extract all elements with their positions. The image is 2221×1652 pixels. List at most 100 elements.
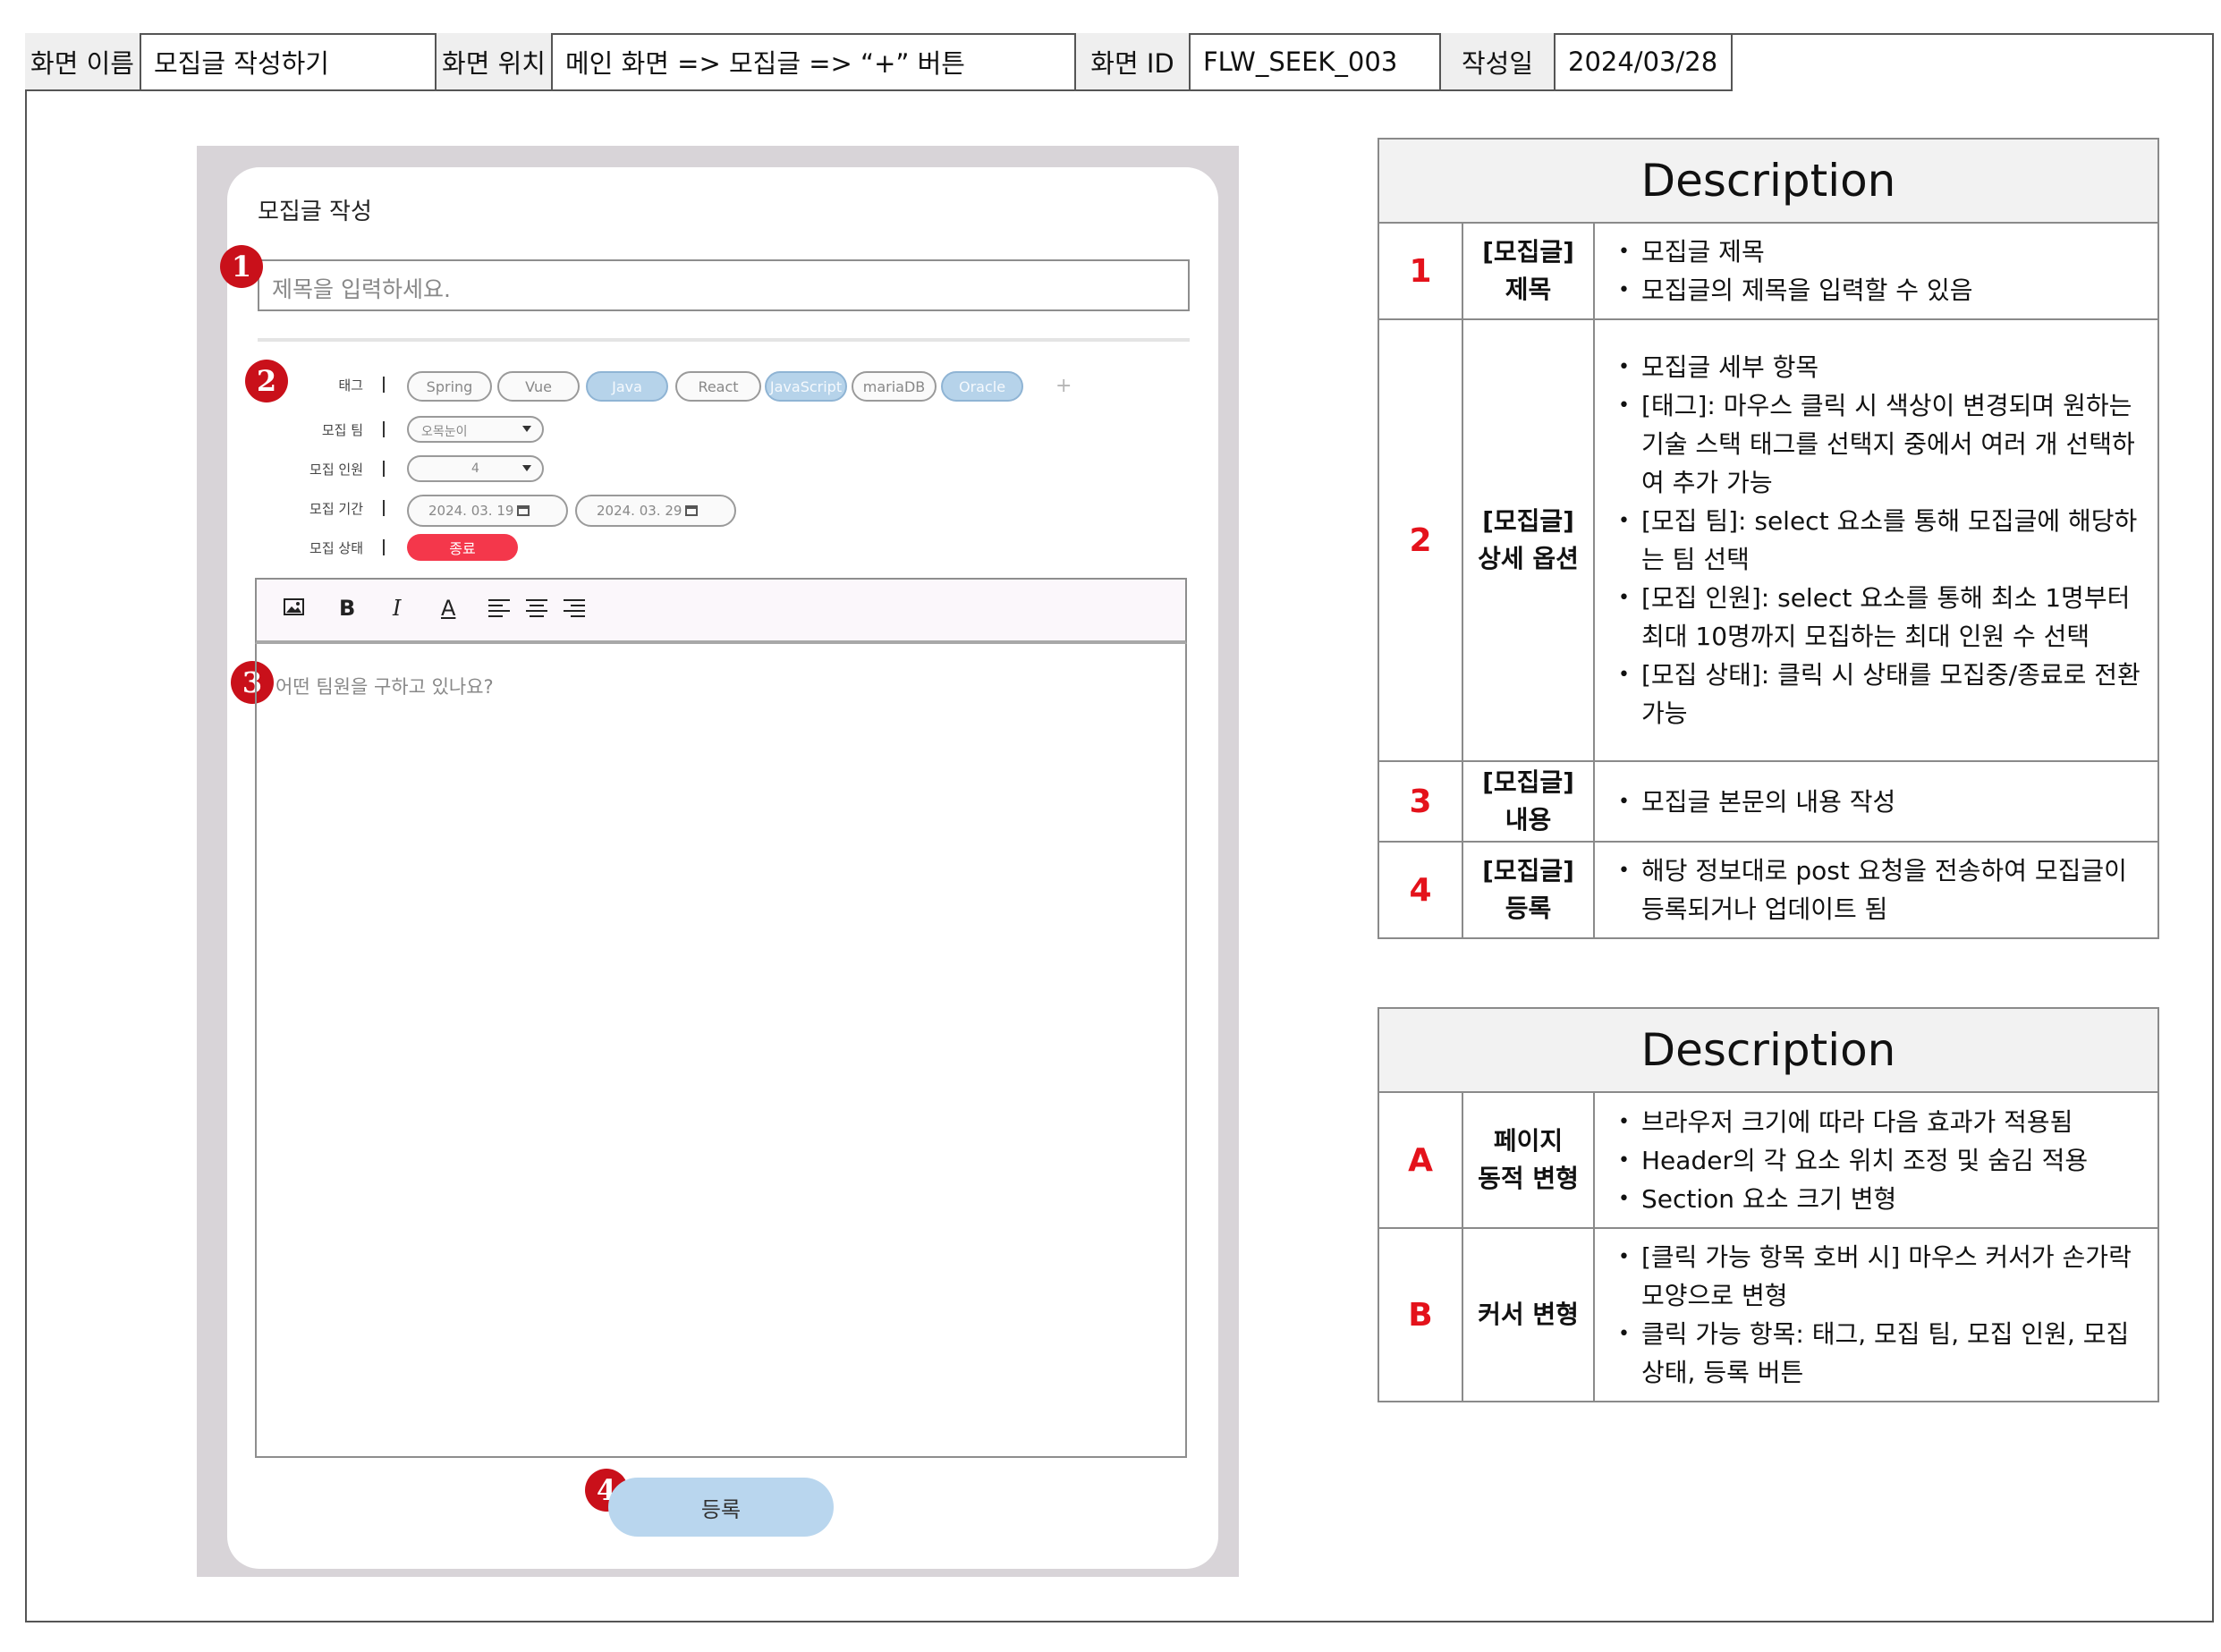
row-description: 모집글 본문의 내용 작성 (1593, 760, 2159, 843)
marker-1: 1 (220, 245, 263, 288)
bullet: 브라우저 크기에 따라 다음 효과가 적용됨 (1618, 1103, 2149, 1141)
bullet: [클릭 가능 항목 호버 시] 마우스 커서가 손가락 모양으로 변형 (1618, 1238, 2149, 1315)
category-line: 동적 변형 (1478, 1164, 1579, 1193)
row-category: [모집글] 제목 (1462, 222, 1595, 320)
sub-bullet: Header의 각 요소 위치 조정 및 숨김 적용 (1618, 1141, 2149, 1180)
screen-id-label: 화면 ID (1076, 33, 1191, 89)
tag-chip[interactable]: mariaDB (852, 371, 937, 402)
row-category: [모집글] 내용 (1462, 760, 1595, 843)
row-description: 해당 정보대로 post 요청을 전송하여 모집글이 등록되거나 업데이트 됨 (1593, 841, 2159, 939)
editor-toolbar: B I A (255, 578, 1187, 644)
content-editor[interactable] (255, 644, 1187, 1458)
row-number: A (1378, 1091, 1463, 1229)
row-description: 브라우저 크기에 따라 다음 효과가 적용됨 Header의 각 요소 위치 조… (1593, 1091, 2159, 1229)
screen-location-value: 메인 화면 => 모집글 => “+” 버튼 (553, 33, 1076, 89)
tag-chip[interactable]: Vue (497, 371, 580, 402)
row-description: 모집글 세부 항목 [태그]: 마우스 클릭 시 색상이 변경되며 원하는 기술… (1593, 318, 2159, 762)
tag-chip-selected[interactable]: JavaScript (765, 371, 847, 402)
row-category: [모집글] 상세 옵션 (1462, 318, 1595, 762)
font-color-icon[interactable]: A (441, 596, 455, 621)
row-description: [클릭 가능 항목 호버 시] 마우스 커서가 손가락 모양으로 변형 클릭 가… (1593, 1227, 2159, 1402)
screen-location-label: 화면 위치 (437, 33, 553, 89)
sub-bullet: [모집 상태]: 클릭 시 상태를 모집중/종료로 전환 가능 (1618, 656, 2149, 733)
calendar-icon[interactable] (685, 505, 699, 516)
period-end-value: 2024. 03. 29 (597, 503, 682, 519)
date-label: 작성일 (1441, 33, 1556, 89)
sub-bullet: [모집 팀]: select 요소를 통해 모집글에 해당하는 팀 선택 (1618, 502, 2149, 579)
tag-chip[interactable]: React (675, 371, 761, 402)
row-category: 커서 변형 (1462, 1227, 1595, 1402)
bold-icon[interactable]: B (339, 596, 355, 621)
row-number: 4 (1378, 841, 1463, 939)
row-separator (383, 539, 385, 555)
category-line: [모집글] (1482, 506, 1574, 536)
description-title: Description (1378, 1007, 2159, 1093)
divider (258, 338, 1190, 342)
row-number: 2 (1378, 318, 1463, 762)
screen-id-value: FLW_SEEK_003 (1191, 33, 1441, 89)
status-label: 모집 상태 (309, 540, 363, 556)
editor-placeholder: 어떤 팀원을 구하고 있나요? (276, 676, 494, 698)
period-start-value: 2024. 03. 19 (428, 503, 514, 519)
row-number: 1 (1378, 222, 1463, 320)
form-title: 모집글 작성 (258, 199, 372, 225)
tag-chip-selected[interactable]: Oracle (941, 371, 1023, 402)
bullet: 모집글 제목 (1618, 233, 2149, 271)
category-line: 내용 (1505, 805, 1552, 834)
category-line: 페이지 (1493, 1126, 1564, 1156)
italic-icon[interactable]: I (393, 596, 401, 621)
category-line: [모집글] (1482, 767, 1574, 797)
tag-chip-selected[interactable]: Java (586, 371, 668, 402)
row-number: 3 (1378, 760, 1463, 843)
team-label: 모집 팀 (321, 422, 363, 438)
sub-bullet: [모집 인원]: select 요소를 통해 최소 1명부터 최대 10명까지 … (1618, 579, 2149, 656)
align-right-icon[interactable] (563, 597, 586, 623)
bullet: 모집글 본문의 내용 작성 (1618, 783, 2149, 821)
chevron-down-icon (522, 426, 531, 432)
date-value: 2024/03/28 (1556, 33, 1733, 89)
title-input[interactable]: 제목을 입력하세요. (258, 259, 1190, 311)
period-start-input[interactable]: 2024. 03. 19 (407, 495, 568, 527)
tag-label: 태그 (338, 377, 363, 394)
screen-name-label: 화면 이름 (25, 33, 141, 89)
status-toggle[interactable]: 종료 (407, 534, 518, 561)
align-left-icon[interactable] (487, 597, 511, 623)
members-select-value: 4 (471, 462, 479, 476)
screen-name-value: 모집글 작성하기 (141, 33, 437, 89)
screen-info-header: 화면 이름 모집글 작성하기 화면 위치 메인 화면 => 모집글 => “+”… (25, 33, 1733, 91)
bullet: 해당 정보대로 post 요청을 전송하여 모집글이 등록되거나 업데이트 됨 (1618, 851, 2149, 928)
tag-chip[interactable]: Spring (407, 371, 492, 402)
chevron-down-icon (522, 465, 531, 471)
sub-bullet: 클릭 가능 항목: 태그, 모집 팀, 모집 인원, 모집 상태, 등록 버튼 (1618, 1315, 2149, 1392)
period-end-input[interactable]: 2024. 03. 29 (575, 495, 736, 527)
row-separator (383, 500, 385, 516)
submit-button[interactable]: 등록 (608, 1478, 834, 1537)
bullet: 모집글 세부 항목 (1618, 348, 2149, 386)
category-line: [모집글] (1482, 237, 1574, 267)
team-select[interactable]: 오목눈이 (407, 416, 544, 443)
image-icon[interactable] (284, 597, 305, 623)
members-label: 모집 인원 (309, 462, 363, 478)
align-center-icon[interactable] (525, 597, 548, 623)
description-table-1: Description 1 [모집글] 제목 모집글 제목 모집글의 제목을 입력… (1378, 138, 2159, 939)
row-separator (383, 461, 385, 477)
period-label: 모집 기간 (309, 501, 363, 517)
team-select-value: 오목눈이 (421, 425, 468, 439)
description-table-2: Description A 페이지동적 변형 브라우저 크기에 따라 다음 효과… (1378, 1007, 2159, 1402)
category-line: [모집글] (1482, 856, 1574, 885)
row-number: B (1378, 1227, 1463, 1402)
row-description: 모집글 제목 모집글의 제목을 입력할 수 있음 (1593, 222, 2159, 320)
category-line: 등록 (1505, 894, 1552, 923)
sub-bullet: Section 요소 크기 변형 (1618, 1180, 2149, 1218)
row-separator (383, 377, 385, 393)
row-category: 페이지동적 변형 (1462, 1091, 1595, 1229)
sub-bullet: 모집글의 제목을 입력할 수 있음 (1618, 271, 2149, 309)
sub-bullet: [태그]: 마우스 클릭 시 색상이 변경되며 원하는 기술 스택 태그를 선택… (1618, 386, 2149, 502)
description-title: Description (1378, 138, 2159, 224)
row-category: [모집글] 등록 (1462, 841, 1595, 939)
members-select[interactable]: 4 (407, 455, 544, 482)
calendar-icon[interactable] (517, 505, 530, 516)
category-line: 상세 옵션 (1478, 544, 1579, 573)
row-separator (383, 421, 385, 437)
add-tag-icon[interactable]: + (1055, 375, 1072, 397)
